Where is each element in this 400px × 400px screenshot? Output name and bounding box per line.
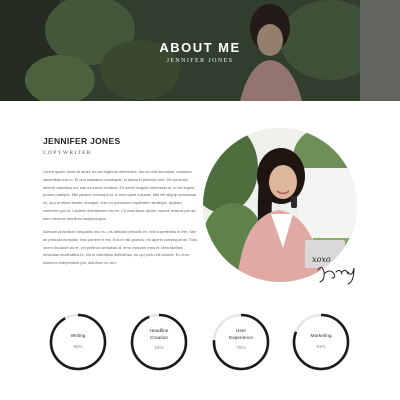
page-title: ABOUT ME [159,40,241,55]
skill-writing: Writing 92% [48,312,108,372]
skill-marketing: Marketing 81% [291,312,351,372]
skill-user-experience: User Experience 76% [211,312,271,372]
bio-paragraph: Lorem ipsum dolor sit amet, eu per legim… [43,169,197,221]
svg-text:xoxo: xoxo [312,255,331,264]
bio-paragraph: Alienum phaedrum torquatos nec eu, vis d… [43,229,197,266]
skill-ring [49,313,107,371]
skill-percent: 76% [236,345,246,350]
page-subtitle: JENNIFER JONES [166,58,234,64]
skill-ring-progress [49,313,107,371]
skill-ring [212,313,270,371]
profile-name: JENNIFER JONES [43,136,121,146]
skill-headline-creation: Headline Creation 94% [129,312,189,372]
skill-ring [130,313,188,371]
hero-banner: ABOUT ME JENNIFER JONES [0,0,400,101]
skill-label: Experience [229,335,253,341]
skill-label: Creation [149,335,169,341]
skill-percent: 94% [154,345,164,350]
skill-label: Writing [70,334,86,339]
skill-percent: 92% [73,343,83,349]
skill-ring [292,313,350,371]
skill-ring-progress [130,313,188,371]
profile-role: COPYWRITER [43,150,92,156]
skill-label: Marketing [310,334,332,339]
skill-percent: 81% [316,343,326,349]
signature-image: xoxo [312,255,355,285]
